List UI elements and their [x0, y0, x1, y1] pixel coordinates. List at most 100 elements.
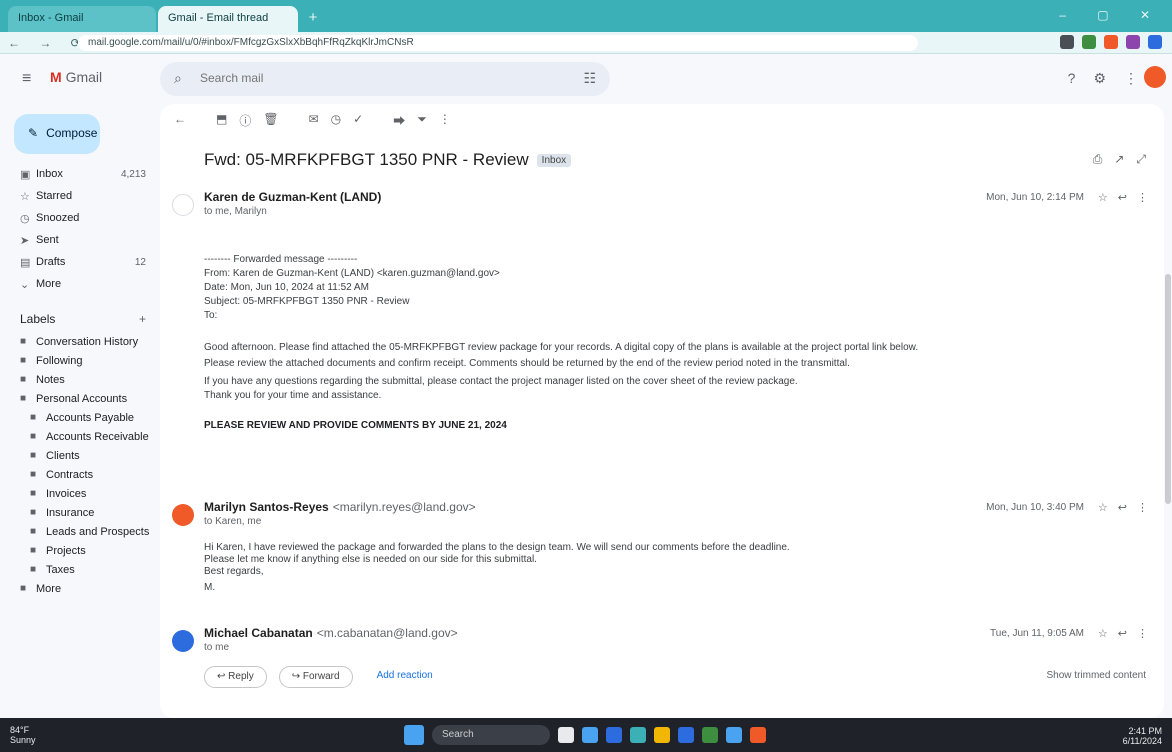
nav-item-more[interactable]: ⌄ More	[0, 274, 160, 294]
sender-avatar[interactable]	[172, 630, 194, 652]
extension-icon[interactable]	[1126, 35, 1140, 49]
sender-name[interactable]: Marilyn Santos-Reyes <marilyn.reyes@land.…	[204, 500, 476, 514]
label-item[interactable]: ■ Projects	[0, 541, 160, 560]
sender-avatar[interactable]	[172, 194, 194, 216]
label-item[interactable]: ■ Conversation History	[0, 332, 160, 351]
system-tray-clock[interactable]: 2:41 PM 6/11/2024	[1123, 726, 1162, 746]
toolbar-action-icon[interactable]: ✉	[309, 112, 319, 129]
toolbar-action-icon[interactable]: ⋮	[439, 112, 451, 129]
sender-name[interactable]: Michael Cabanatan <m.cabanatan@land.gov>	[204, 626, 458, 640]
label-name: Leads and Prospects	[46, 525, 150, 538]
taskbar-app-icon[interactable]	[678, 727, 694, 743]
account-avatar[interactable]	[1144, 66, 1166, 88]
more-icon[interactable]: ⋮	[1137, 501, 1148, 514]
extension-icon[interactable]	[1104, 35, 1118, 49]
extension-icon[interactable]	[1060, 35, 1074, 49]
taskbar-app-icon[interactable]	[630, 727, 646, 743]
nav-item-drafts[interactable]: ▤ Drafts 12	[0, 252, 160, 272]
open-new-window-icon[interactable]: ↗	[1114, 152, 1124, 167]
toolbar-action-icon[interactable]: 🗑	[263, 112, 278, 129]
sender-name[interactable]: Karen de Guzman-Kent (LAND)	[204, 190, 385, 204]
menu-icon[interactable]: ≡	[22, 70, 31, 88]
extension-icon[interactable]	[1148, 35, 1162, 49]
toolbar-action-icon[interactable]: ✓	[353, 112, 363, 129]
nav-item-starred[interactable]: ☆ Starred	[0, 186, 160, 206]
recipients[interactable]: to Karen, me	[204, 516, 261, 527]
toolbar-action-icon[interactable]: ⮕	[393, 112, 405, 129]
reply-icon[interactable]: ↩	[1118, 501, 1127, 514]
browser-tab-thread[interactable]: Gmail - Email thread	[158, 6, 298, 32]
message-body-line: Please let me know if anything else is n…	[204, 554, 537, 565]
search-input[interactable]	[200, 71, 540, 85]
search-bar[interactable]: ⌕ ☷	[160, 62, 610, 96]
star-icon[interactable]: ☆	[1098, 627, 1108, 640]
url-input[interactable]: mail.google.com/mail/u/0/#inbox/FMfcgzGx…	[78, 35, 918, 51]
label-item[interactable]: ■ Accounts Receivable	[0, 427, 160, 446]
print-icon[interactable]: ⎙	[1093, 152, 1103, 167]
toolbar-action-icon[interactable]: ◷	[331, 112, 341, 129]
toolbar-divider	[375, 112, 381, 129]
sender-avatar[interactable]	[172, 504, 194, 526]
nav-item-snoozed[interactable]: ◷ Snoozed	[0, 208, 160, 228]
taskbar-app-icon[interactable]	[702, 727, 718, 743]
label-item[interactable]: ■ Taxes	[0, 560, 160, 579]
label-item[interactable]: ■ Contracts	[0, 465, 160, 484]
add-reaction-button[interactable]: Add reaction	[364, 666, 445, 688]
start-button[interactable]	[404, 725, 424, 745]
more-icon[interactable]: ⋮	[1137, 191, 1148, 204]
taskbar-app-icon[interactable]	[654, 727, 670, 743]
apps-icon[interactable]: ⋮	[1124, 70, 1138, 87]
nav-item-inbox[interactable]: ▣ Inbox 4,213	[0, 164, 160, 184]
taskbar-app-icon[interactable]	[558, 727, 574, 743]
forward-button[interactable]: ↪ Forward	[278, 666, 353, 688]
scrollbar-thumb[interactable]	[1165, 274, 1171, 504]
window-controls[interactable]: – ▢ ✕	[1059, 8, 1164, 22]
star-icon[interactable]: ☆	[1098, 191, 1108, 204]
label-item[interactable]: ■ Invoices	[0, 484, 160, 503]
label-item[interactable]: ■ Notes	[0, 370, 160, 389]
new-tab-button[interactable]: +	[304, 9, 322, 27]
reply-icon[interactable]: ↩	[1118, 191, 1127, 204]
label-item[interactable]: ■ Clients	[0, 446, 160, 465]
expand-icon[interactable]: ⤢	[1136, 152, 1146, 167]
compose-button[interactable]: ✎ Compose	[14, 114, 100, 154]
help-icon[interactable]: ?	[1068, 70, 1076, 87]
taskbar-app-icon[interactable]	[726, 727, 742, 743]
extension-icon[interactable]	[1082, 35, 1096, 49]
label-item[interactable]: ■ Personal Accounts	[0, 389, 160, 408]
nav-item-sent[interactable]: ➤ Sent	[0, 230, 160, 250]
reply-icon[interactable]: ↩	[1118, 627, 1127, 640]
toolbar-action-icon[interactable]: ⬒	[216, 112, 227, 129]
search-options-icon[interactable]: ☷	[583, 70, 596, 87]
toolbar-action-icon[interactable]: ←	[174, 112, 186, 129]
more-icon[interactable]: ⋮	[1137, 627, 1148, 640]
weather-widget[interactable]: 84°F Sunny	[10, 725, 36, 745]
search-icon[interactable]: ⌕	[174, 70, 182, 87]
label-item[interactable]: ■ Insurance	[0, 503, 160, 522]
label-item[interactable]: ■ Following	[0, 351, 160, 370]
toolbar-action-icon[interactable]: ⏷	[417, 112, 427, 129]
taskbar-search[interactable]: Search	[432, 725, 550, 745]
reply-button[interactable]: ↩ Reply	[204, 666, 267, 688]
toolbar-action-icon[interactable]: ⓘ	[239, 112, 251, 129]
recipients[interactable]: to me	[204, 642, 229, 653]
add-label-button[interactable]: +	[139, 312, 146, 326]
inbox-label-chip[interactable]: Inbox	[536, 154, 572, 168]
label-item[interactable]: ■ More	[0, 579, 160, 598]
browser-tab-inbox[interactable]: Inbox - Gmail	[8, 6, 156, 32]
message-body-line: Hi Karen, I have reviewed the package an…	[204, 542, 790, 553]
label-item[interactable]: ■ Accounts Payable	[0, 408, 160, 427]
label-item[interactable]: ■ Leads and Prospects	[0, 522, 160, 541]
taskbar-app-icon[interactable]	[582, 727, 598, 743]
browser-nav-buttons[interactable]: ← → ⟳	[8, 36, 89, 50]
address-bar-row: ← → ⟳ mail.google.com/mail/u/0/#inbox/FM…	[0, 32, 1172, 54]
trimmed-content-link[interactable]: Show trimmed content	[1047, 670, 1147, 681]
taskbar-app-icon[interactable]	[606, 727, 622, 743]
taskbar-app-icon[interactable]	[750, 727, 766, 743]
settings-icon[interactable]: ⚙	[1093, 70, 1106, 87]
scrollbar[interactable]	[1164, 104, 1172, 718]
toolbar-divider	[198, 112, 204, 129]
gmail-logo[interactable]: M Gmail	[50, 69, 102, 85]
recipients[interactable]: to me, Marilyn	[204, 206, 267, 217]
star-icon[interactable]: ☆	[1098, 501, 1108, 514]
